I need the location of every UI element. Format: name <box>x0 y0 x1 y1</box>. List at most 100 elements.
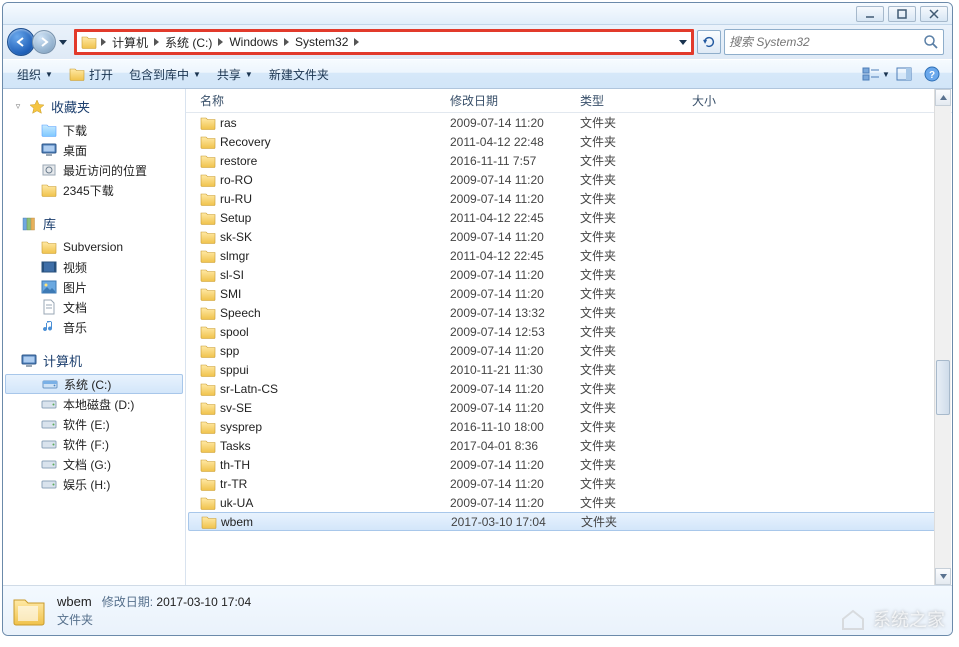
sidebar-item-drive-e[interactable]: 软件 (E:) <box>3 414 185 434</box>
sidebar-item-downloads[interactable]: 下载 <box>3 120 185 140</box>
titlebar <box>3 3 952 25</box>
chevron-right-icon[interactable] <box>282 38 291 46</box>
table-row[interactable]: ro-RO2009-07-14 11:20文件夹 <box>186 170 952 189</box>
status-type: 文件夹 <box>57 613 93 627</box>
col-size[interactable]: 大小 <box>686 92 952 109</box>
table-row[interactable]: Setup2011-04-12 22:45文件夹 <box>186 208 952 227</box>
picture-icon <box>41 279 57 295</box>
collapse-icon[interactable]: ▿ <box>13 102 23 112</box>
table-row[interactable]: ru-RU2009-07-14 11:20文件夹 <box>186 189 952 208</box>
share-menu[interactable]: 共享▼ <box>209 60 261 88</box>
refresh-button[interactable] <box>697 30 721 54</box>
table-row[interactable]: slmgr2011-04-12 22:45文件夹 <box>186 246 952 265</box>
table-row[interactable]: sppui2010-11-21 11:30文件夹 <box>186 360 952 379</box>
table-row[interactable]: sv-SE2009-07-14 11:20文件夹 <box>186 398 952 417</box>
sidebar-item-desktop[interactable]: 桌面 <box>3 140 185 160</box>
table-row[interactable]: restore2016-11-11 7:57文件夹 <box>186 151 952 170</box>
open-icon <box>69 66 85 82</box>
sidebar-item-drive-g[interactable]: 文档 (G:) <box>3 454 185 474</box>
open-button[interactable]: 打开 <box>61 60 121 88</box>
address-dropdown[interactable] <box>673 32 691 52</box>
sidebar-item-pictures[interactable]: 图片 <box>3 277 185 297</box>
star-icon <box>29 99 45 115</box>
col-date[interactable]: 修改日期 <box>444 92 574 109</box>
view-menu[interactable]: ▼ <box>862 63 890 85</box>
sidebar-item-documents[interactable]: 文档 <box>3 297 185 317</box>
close-button[interactable] <box>920 6 948 22</box>
table-row[interactable]: sl-SI2009-07-14 11:20文件夹 <box>186 265 952 284</box>
computer-group[interactable]: 计算机 <box>3 347 185 374</box>
folder-icon <box>200 229 216 245</box>
table-row[interactable]: uk-UA2009-07-14 11:20文件夹 <box>186 493 952 512</box>
col-name[interactable]: 名称 <box>194 92 444 109</box>
crumb-system32[interactable]: System32 <box>291 32 352 52</box>
crumb-drive[interactable]: 系统 (C:) <box>161 32 216 52</box>
table-row[interactable]: th-TH2009-07-14 11:20文件夹 <box>186 455 952 474</box>
organize-menu[interactable]: 组织▼ <box>9 60 61 88</box>
sidebar-item-recent[interactable]: 最近访问的位置 <box>3 160 185 180</box>
favorites-group[interactable]: ▿收藏夹 <box>3 93 185 120</box>
scroll-up-button[interactable] <box>935 89 951 106</box>
search-box[interactable] <box>724 29 944 55</box>
table-row[interactable]: SMI2009-07-14 11:20文件夹 <box>186 284 952 303</box>
folder-icon <box>201 514 217 530</box>
scrollbar[interactable] <box>934 89 951 585</box>
table-row[interactable]: spool2009-07-14 12:53文件夹 <box>186 322 952 341</box>
include-menu[interactable]: 包含到库中▼ <box>121 60 209 88</box>
sidebar-item-subversion[interactable]: Subversion <box>3 237 185 257</box>
drive-icon <box>41 476 57 492</box>
folder-icon <box>200 457 216 473</box>
recent-icon <box>41 162 57 178</box>
table-row[interactable]: sr-Latn-CS2009-07-14 11:20文件夹 <box>186 379 952 398</box>
chevron-right-icon[interactable] <box>352 38 361 46</box>
maximize-button[interactable] <box>888 6 916 22</box>
drive-icon <box>41 416 57 432</box>
search-icon[interactable] <box>923 34 939 50</box>
crumb-windows[interactable]: Windows <box>225 32 282 52</box>
sidebar-item-2345[interactable]: 2345下载 <box>3 180 185 200</box>
col-type[interactable]: 类型 <box>574 92 686 109</box>
sidebar-item-drive-c[interactable]: 系统 (C:) <box>5 374 183 394</box>
table-row[interactable]: sk-SK2009-07-14 11:20文件夹 <box>186 227 952 246</box>
desktop-icon <box>41 142 57 158</box>
folder-icon <box>200 267 216 283</box>
folder-icon <box>200 248 216 264</box>
folder-icon <box>200 381 216 397</box>
chevron-right-icon[interactable] <box>216 38 225 46</box>
sidebar-item-music[interactable]: 音乐 <box>3 317 185 337</box>
folder-icon <box>200 476 216 492</box>
scroll-down-button[interactable] <box>935 568 951 585</box>
sidebar-item-drive-h[interactable]: 娱乐 (H:) <box>3 474 185 494</box>
chevron-right-icon[interactable] <box>152 38 161 46</box>
help-button[interactable]: ? <box>918 63 946 85</box>
table-row[interactable]: tr-TR2009-07-14 11:20文件夹 <box>186 474 952 493</box>
table-row[interactable]: wbem2017-03-10 17:04文件夹 <box>188 512 950 531</box>
folder-icon <box>200 495 216 511</box>
minimize-button[interactable] <box>856 6 884 22</box>
file-rows[interactable]: ras2009-07-14 11:20文件夹Recovery2011-04-12… <box>186 113 952 585</box>
chevron-right-icon[interactable] <box>99 38 108 46</box>
preview-pane-button[interactable] <box>890 63 918 85</box>
table-row[interactable]: Recovery2011-04-12 22:48文件夹 <box>186 132 952 151</box>
scroll-thumb[interactable] <box>936 360 950 415</box>
back-button[interactable] <box>7 28 35 56</box>
sidebar-item-drive-f[interactable]: 软件 (F:) <box>3 434 185 454</box>
sidebar: ▿收藏夹 下载 桌面 最近访问的位置 2345下载 库 Subversion 视… <box>3 89 186 585</box>
sidebar-item-video[interactable]: 视频 <box>3 257 185 277</box>
table-row[interactable]: spp2009-07-14 11:20文件夹 <box>186 341 952 360</box>
sidebar-item-drive-d[interactable]: 本地磁盘 (D:) <box>3 394 185 414</box>
crumb-computer[interactable]: 计算机 <box>108 32 152 52</box>
new-folder-button[interactable]: 新建文件夹 <box>261 60 337 88</box>
address-bar[interactable]: 计算机 系统 (C:) Windows System32 <box>74 29 694 55</box>
libraries-group[interactable]: 库 <box>3 210 185 237</box>
table-row[interactable]: Speech2009-07-14 13:32文件夹 <box>186 303 952 322</box>
column-headers: 名称 修改日期 类型 大小 <box>186 89 952 113</box>
music-icon <box>41 319 57 335</box>
table-row[interactable]: Tasks2017-04-01 8:36文件夹 <box>186 436 952 455</box>
search-input[interactable] <box>729 35 923 49</box>
status-name: wbem <box>57 594 92 609</box>
nav-history-dropdown[interactable] <box>56 31 70 53</box>
table-row[interactable]: sysprep2016-11-10 18:00文件夹 <box>186 417 952 436</box>
forward-button[interactable] <box>32 30 56 54</box>
table-row[interactable]: ras2009-07-14 11:20文件夹 <box>186 113 952 132</box>
